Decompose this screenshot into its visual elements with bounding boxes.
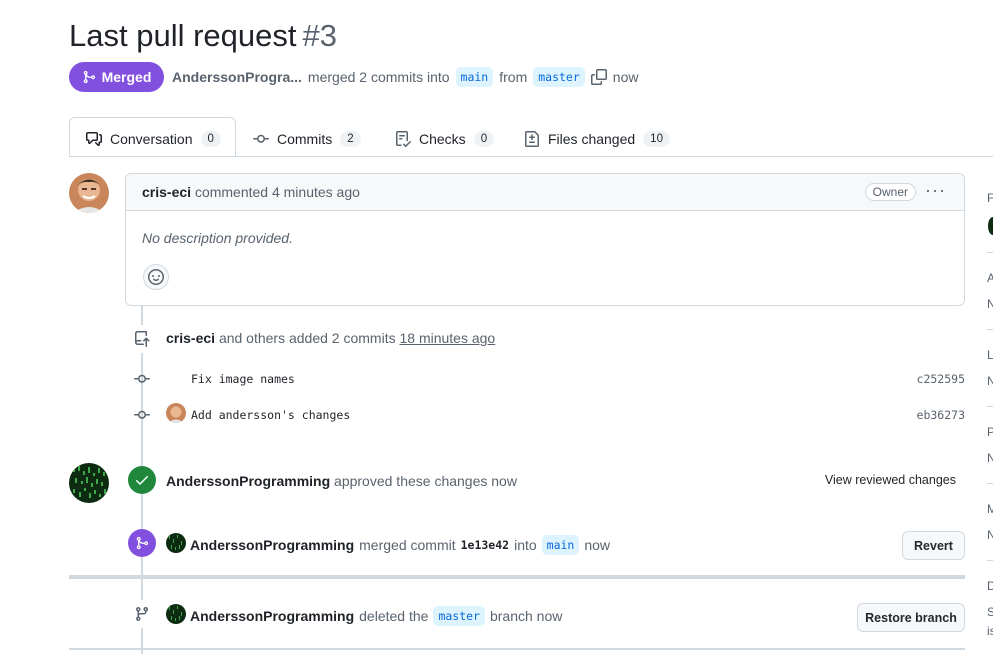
sidebar-label: D: [987, 579, 993, 593]
commits-event-time[interactable]: 18 minutes ago: [399, 330, 495, 346]
merge-into-text: into: [514, 537, 537, 553]
tab-files-changed[interactable]: Files changed 10: [524, 126, 670, 152]
commit-sha-link[interactable]: c252595: [917, 372, 965, 386]
avatar-commit-author[interactable]: [166, 403, 186, 423]
comment-discussion-icon: [86, 132, 102, 146]
git-commit-icon: [134, 407, 150, 423]
view-reviewed-changes-link[interactable]: View reviewed changes: [825, 473, 956, 487]
merge-event-time: now: [584, 537, 611, 553]
git-merge-icon: [128, 529, 156, 557]
tab-commits[interactable]: Commits 2: [253, 126, 361, 152]
comment-body: No description provided.: [142, 230, 293, 246]
commits-event-desc: and others added 2 commits: [218, 330, 396, 346]
pr-author-link[interactable]: AnderssonProgra...: [172, 69, 302, 85]
tab-counter: 2: [340, 131, 361, 147]
commit-message-link[interactable]: Add andersson's changes: [191, 408, 350, 422]
tab-label: Files changed: [548, 131, 636, 147]
sidebar-value: N: [987, 528, 993, 542]
sidebar-value: N: [987, 374, 993, 388]
bottom-divider: [69, 648, 965, 650]
owner-badge: Owner: [864, 183, 916, 201]
sidebar-avatar[interactable]: [988, 217, 993, 235]
commit-sha-link[interactable]: eb36273: [917, 408, 965, 422]
add-reaction-button[interactable]: [143, 264, 169, 290]
commit-message-link[interactable]: Fix image names: [191, 372, 295, 386]
tab-conversation[interactable]: Conversation 0: [86, 126, 221, 152]
restore-branch-button[interactable]: Restore branch: [857, 603, 965, 632]
deleter-link[interactable]: AnderssonProgramming: [190, 608, 354, 624]
comment-author-link[interactable]: cris-eci: [142, 184, 191, 200]
tab-label: Checks: [419, 131, 466, 147]
tab-counter: 0: [473, 131, 495, 147]
pr-from-text: from: [499, 69, 528, 85]
checklist-icon: [396, 131, 411, 147]
delete-event-suffix: branch now: [489, 608, 563, 624]
git-merge-icon: [83, 70, 95, 84]
avatar-cris-eci[interactable]: [69, 173, 109, 213]
pr-number: #3: [302, 18, 337, 53]
tab-counter: 0: [200, 131, 221, 147]
repo-push-icon: [128, 325, 156, 353]
sidebar-value: S: [987, 605, 993, 619]
merge-event-desc: merged commit: [359, 537, 456, 553]
deleted-branch: master: [433, 606, 485, 626]
merger-link[interactable]: AnderssonProgramming: [190, 537, 354, 553]
tab-label: Conversation: [110, 131, 193, 147]
merge-commit-sha[interactable]: 1e13e42: [461, 538, 509, 552]
pr-time: now: [612, 69, 639, 85]
tab-checks[interactable]: Checks 0: [395, 126, 495, 152]
git-branch-icon: [128, 600, 156, 628]
sidebar-divider: [987, 560, 993, 561]
merge-event-text: AnderssonProgramming merged commit 1e13e…: [190, 535, 610, 555]
sidebar-label: F: [987, 191, 993, 205]
avatar-anderssonprogramming-small[interactable]: [166, 533, 186, 553]
comment-action[interactable]: commented 4 minutes ago: [195, 184, 360, 200]
delete-event-desc: deleted the: [359, 608, 429, 624]
git-commit-icon: [134, 371, 150, 387]
sidebar-divider: [987, 483, 993, 484]
sidebar-value: is: [987, 624, 993, 638]
merge-target-branch[interactable]: main: [541, 535, 580, 555]
smiley-icon: [148, 269, 164, 285]
tab-counter: 10: [643, 131, 670, 147]
sidebar-value: N: [987, 297, 993, 311]
head-branch[interactable]: master: [533, 67, 585, 87]
tabs-divider: [69, 156, 993, 157]
copy-icon[interactable]: [590, 69, 607, 85]
sidebar-label: A: [987, 271, 993, 285]
commits-author-link[interactable]: cris-eci: [166, 330, 215, 346]
revert-button[interactable]: Revert: [902, 531, 965, 560]
tab-label: Commits: [277, 131, 333, 147]
git-commit-icon: [253, 134, 269, 143]
base-branch[interactable]: main: [455, 67, 494, 87]
delete-event-text: AnderssonProgramming deleted the master …: [190, 606, 562, 626]
sidebar-value: N: [987, 451, 993, 465]
commits-event-text: cris-eci and others added 2 commits 18 m…: [166, 330, 495, 346]
review-event-text: AnderssonProgramming approved these chan…: [166, 473, 517, 489]
avatar-anderssonprogramming[interactable]: [69, 463, 109, 503]
state-badge-merged: Merged: [69, 62, 164, 92]
timeline-divider: [69, 575, 965, 579]
comment-byline: cris-eci commented 4 minutes ago: [142, 184, 360, 200]
state-label: Merged: [101, 69, 152, 85]
sidebar-divider: [987, 252, 993, 253]
pr-title-text: Last pull request: [69, 18, 297, 53]
sidebar-label: M: [987, 502, 993, 516]
sidebar-divider: [987, 329, 993, 330]
kebab-horizontal-icon[interactable]: ···: [925, 180, 946, 201]
sidebar-label: L: [987, 348, 993, 362]
check-icon: [128, 466, 156, 494]
pr-title: Last pull request #3: [69, 18, 337, 54]
sidebar-label: P: [987, 425, 993, 439]
review-event-desc: approved these changes now: [334, 473, 517, 489]
avatar-anderssonprogramming-small[interactable]: [166, 604, 186, 624]
comment-header: cris-eci commented 4 minutes ago Owner ·…: [126, 174, 964, 211]
pr-meta: AnderssonProgra... merged 2 commits into…: [172, 66, 638, 88]
comment-card: cris-eci commented 4 minutes ago Owner ·…: [125, 173, 965, 306]
sidebar-divider: [987, 406, 993, 407]
reviewer-link[interactable]: AnderssonProgramming: [166, 473, 330, 489]
pr-merged-text: merged 2 commits into: [307, 69, 450, 85]
file-diff-icon: [525, 131, 539, 147]
